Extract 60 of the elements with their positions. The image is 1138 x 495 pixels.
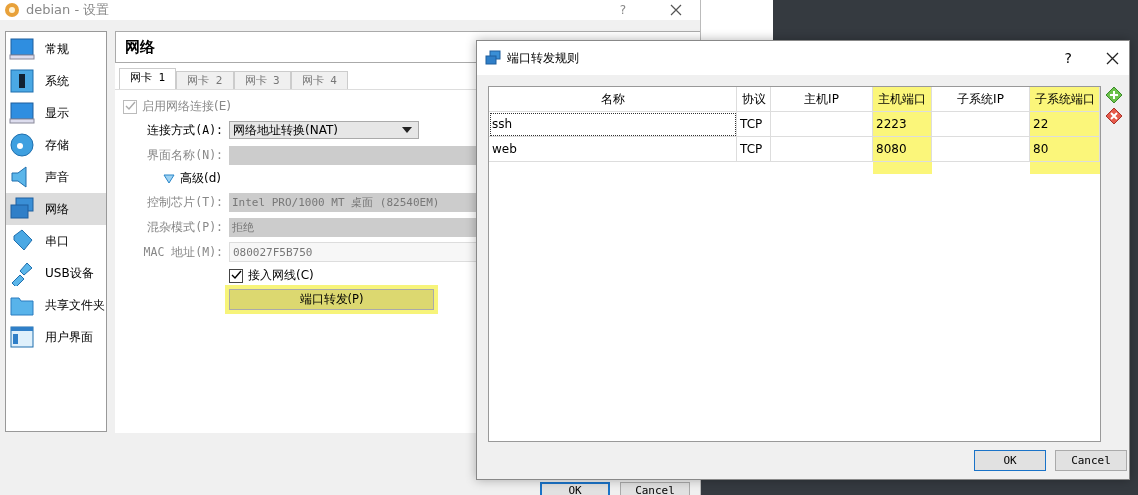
tab[interactable]: 网卡 3 <box>233 71 291 89</box>
table-cell: 80 <box>1030 137 1100 162</box>
table-cell: web <box>489 137 737 162</box>
table-cell: ssh <box>489 112 737 137</box>
table-cell: 22 <box>1030 112 1100 137</box>
close-icon[interactable] <box>1106 51 1119 65</box>
sidebar-item[interactable]: 常规 <box>6 33 106 65</box>
dialog-button[interactable]: OK <box>540 482 610 495</box>
column-header[interactable]: 名称 <box>489 87 737 112</box>
sidebar-item[interactable]: 显示 <box>6 97 106 129</box>
sidebar-item[interactable]: 声音 <box>6 161 106 193</box>
column-header[interactable]: 主机端口 <box>873 87 932 112</box>
dialog-title: 端口转发规则 <box>507 49 579 67</box>
sidebar-item[interactable]: 存储 <box>6 129 106 161</box>
chip-icon <box>9 68 35 94</box>
close-icon[interactable] <box>670 4 682 16</box>
dialog-button[interactable]: OK <box>974 450 1046 471</box>
advanced-expander[interactable]: 高级(d) <box>123 170 700 187</box>
field-label: MAC 地址(M): <box>142 244 223 260</box>
tab[interactable]: 网卡 2 <box>176 71 234 89</box>
checkmark-icon <box>230 270 242 281</box>
caret-icon <box>402 127 412 133</box>
help-button[interactable]: ? <box>619 3 626 17</box>
tab[interactable]: 网卡 1 <box>119 68 177 89</box>
sidebar-item[interactable]: 共享文件夹 <box>6 289 106 321</box>
window-icon <box>9 324 35 350</box>
network-icon <box>9 196 35 222</box>
field-label: 控制芯片(T): <box>146 194 223 210</box>
field-label: 连接方式(A): <box>146 122 223 138</box>
monitor-icon <box>9 36 35 62</box>
add-icon[interactable] <box>1105 86 1123 104</box>
table-cell: TCP <box>737 137 771 162</box>
sidebar-item[interactable]: 串口 <box>6 225 106 257</box>
help-button[interactable]: ? <box>1064 50 1072 66</box>
table-cell: TCP <box>737 112 771 137</box>
sidebar-item[interactable]: USB设备 <box>6 257 106 289</box>
section-title: 网络 <box>125 37 155 57</box>
field-label: 混杂模式(P): <box>146 219 223 235</box>
window-title: debian - 设置 <box>26 1 110 19</box>
tab[interactable]: 网卡 4 <box>290 71 348 89</box>
table-cell: 2223 <box>873 112 932 137</box>
checkmark-icon <box>124 101 136 112</box>
highlight-marker <box>1030 162 1100 174</box>
column-header[interactable]: 子系统端口 <box>1030 87 1100 112</box>
sidebar-item[interactable]: 网络 <box>6 193 106 225</box>
monitor-icon <box>9 100 35 126</box>
sidebar-item[interactable]: 系统 <box>6 65 106 97</box>
dialog-button[interactable]: Cancel <box>620 482 690 495</box>
triangle-icon <box>163 173 175 184</box>
network-icon <box>485 50 501 66</box>
dialog-button[interactable]: Cancel <box>1055 450 1127 471</box>
remove-icon[interactable] <box>1105 107 1123 125</box>
cable-checkbox[interactable]: 接入网线(C) <box>123 267 700 284</box>
column-header[interactable]: 协议 <box>737 87 771 112</box>
dropdown[interactable]: 网络地址转换(NAT) <box>229 121 419 139</box>
sidebar-item[interactable]: 用户界面 <box>6 321 106 353</box>
field-label: 界面名称(N): <box>146 147 223 163</box>
disc-icon <box>9 132 35 158</box>
highlight-marker <box>873 162 932 174</box>
table-cell: 8080 <box>873 137 932 162</box>
